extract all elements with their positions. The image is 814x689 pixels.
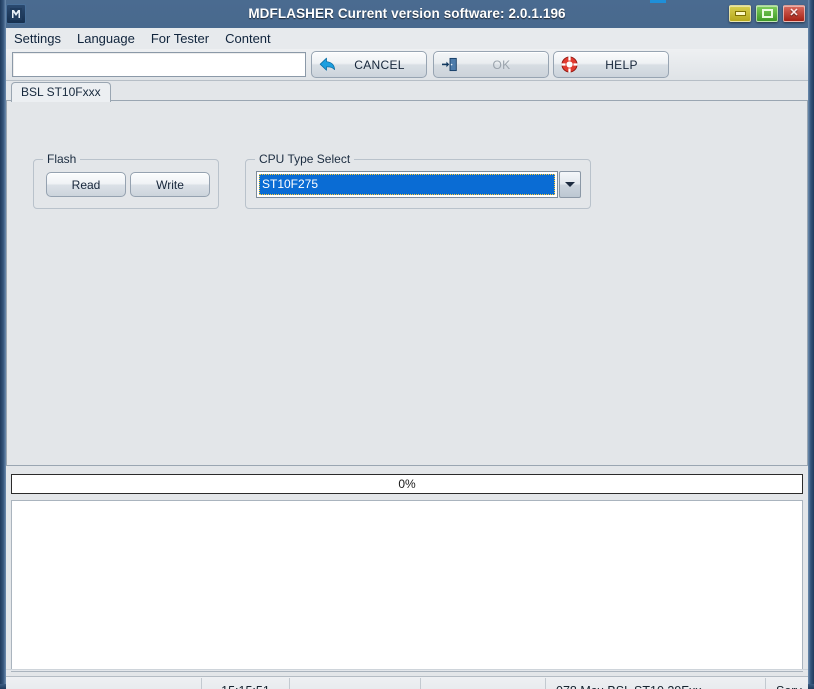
exit-door-icon (437, 57, 461, 72)
minimize-icon (734, 11, 746, 16)
chevron-down-icon (565, 182, 575, 187)
cancel-button-label: CANCEL (354, 57, 405, 72)
cancel-button[interactable]: CANCEL (311, 51, 427, 78)
close-button[interactable]: ✕ (783, 5, 805, 22)
menu-item-language[interactable]: Language (69, 29, 143, 49)
flash-group-title: Flash (43, 152, 81, 166)
progress-bar-label: 0% (398, 477, 416, 491)
minimize-button[interactable] (729, 5, 751, 22)
status-cell-service: Serv (766, 678, 808, 689)
read-button-label: Read (71, 177, 101, 192)
client-area: Settings Language For Tester Content CAN… (6, 28, 808, 689)
tab-page-bsl-st10fxxx: Flash Read Write CPU Type Select ST10F27… (6, 101, 808, 466)
toolbar-text-input[interactable] (12, 52, 306, 77)
maximize-icon (761, 9, 773, 18)
status-cell-4 (421, 677, 546, 689)
status-bar: 15:15:51 078 Mcu BSL ST10 29Fxx Serv (6, 676, 808, 689)
cpu-type-select-group: CPU Type Select ST10F275 (245, 152, 591, 209)
menu-item-settings[interactable]: Settings (6, 29, 69, 49)
menu-item-for-tester[interactable]: For Tester (143, 29, 217, 49)
tab-strip: BSL ST10Fxxx (6, 81, 808, 102)
write-button[interactable]: Write (130, 172, 210, 197)
maximize-button[interactable] (756, 5, 778, 22)
close-icon: ✕ (789, 7, 799, 19)
help-button-label: HELP (605, 57, 638, 72)
ok-button-label: OK (492, 57, 511, 72)
window-border-right (808, 0, 814, 689)
cpu-type-select-group-title: CPU Type Select (255, 152, 355, 166)
tab-bsl-st10fxxx[interactable]: BSL ST10Fxxx (11, 82, 111, 102)
log-output[interactable] (11, 500, 803, 672)
title-bar[interactable]: MDFLASHER Current version software: 2.0.… (0, 0, 814, 28)
cpu-type-selected-value: ST10F275 (259, 174, 555, 195)
application-window: MDFLASHER Current version software: 2.0.… (0, 0, 814, 689)
cpu-type-combobox[interactable]: ST10F275 (256, 171, 581, 198)
write-button-label: Write (156, 177, 184, 192)
menu-bar: Settings Language For Tester Content (6, 28, 808, 49)
lifebuoy-icon (557, 56, 581, 73)
cpu-type-combobox-field[interactable]: ST10F275 (256, 171, 558, 198)
ok-button[interactable]: OK (433, 51, 549, 78)
window-controls: ✕ (729, 5, 805, 22)
toolbar: CANCEL OK HELP (6, 49, 808, 81)
window-title: MDFLASHER Current version software: 2.0.… (248, 6, 566, 21)
menu-item-content[interactable]: Content (217, 29, 279, 49)
back-arrow-icon (315, 57, 339, 72)
status-cell-3 (290, 677, 421, 689)
status-cell-1 (6, 677, 202, 689)
status-cell-time: 15:15:51 (202, 677, 290, 689)
tab-label: BSL ST10Fxxx (21, 85, 101, 99)
statusbar-divider (6, 669, 808, 671)
progress-bar: 0% (11, 474, 803, 494)
read-button[interactable]: Read (46, 172, 126, 197)
flash-group: Flash Read Write (33, 152, 219, 209)
help-button[interactable]: HELP (553, 51, 669, 78)
status-cell-device: 078 Mcu BSL ST10 29Fxx (546, 677, 766, 689)
cpu-type-dropdown-button[interactable] (559, 171, 581, 198)
